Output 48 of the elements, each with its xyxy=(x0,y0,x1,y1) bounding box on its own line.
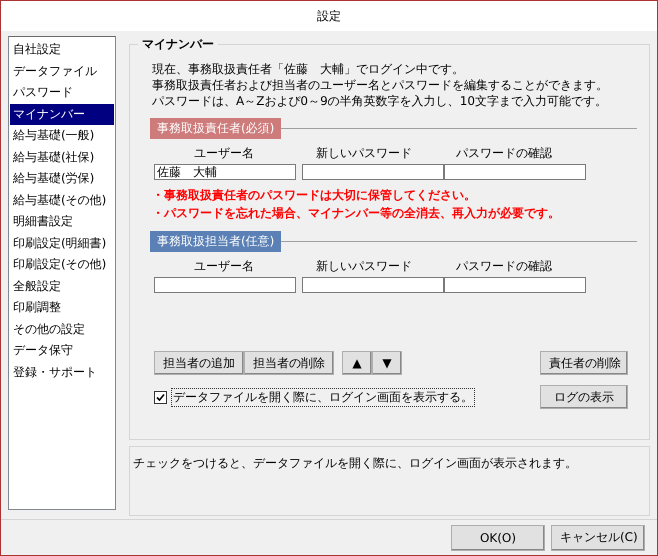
sidebar-item[interactable]: 登録・サポート xyxy=(10,362,114,383)
column-header: 新しいパスワード xyxy=(315,145,413,162)
dialog-button[interactable]: キャンセル(C) xyxy=(551,524,645,550)
column-header: パスワードの確認 xyxy=(455,258,553,275)
confirm-password-field[interactable] xyxy=(444,277,586,293)
sidebar-item[interactable]: 給与基礎(社保) xyxy=(10,146,114,168)
intro-text: パスワードは、A～Zおよび0～9の半角英数字を入力し、10文字まで入力可能です。 xyxy=(152,93,608,109)
move-button[interactable]: ▼ xyxy=(372,351,402,375)
confirm-password-field[interactable] xyxy=(444,164,586,180)
sidebar-item[interactable]: 全般設定 xyxy=(10,276,114,297)
sidebar-item[interactable]: 明細書設定 xyxy=(10,211,114,232)
user-name-field[interactable] xyxy=(154,277,296,293)
sidebar-item[interactable]: 印刷設定(その他) xyxy=(10,254,114,276)
log-button[interactable]: ログの表示 xyxy=(540,385,628,409)
intro-text: 事務取扱責任者および担当者のユーザー名とパスワードを編集することができます。 xyxy=(152,77,609,93)
dialog-button[interactable]: OK(O) xyxy=(451,524,545,550)
user-name-field[interactable]: 佐藤 大輔 xyxy=(154,164,296,180)
intro-text: 現在、事務取扱責任者「佐藤 大輔」でログイン中です。 xyxy=(152,61,465,77)
section-header: 事務取扱責任者(必須) xyxy=(150,118,282,139)
column-header: パスワードの確認 xyxy=(455,145,553,162)
warning-text: ・パスワードを忘れた場合、マイナンバー等の全消去、再入力が必要です。 xyxy=(152,205,561,222)
column-header: ユーザー名 xyxy=(193,145,255,162)
sidebar-item[interactable]: 印刷調整 xyxy=(10,297,114,318)
sidebar-item[interactable]: データ保守 xyxy=(10,340,114,362)
sidebar-item[interactable]: 給与基礎(一般) xyxy=(10,125,114,146)
password-field[interactable] xyxy=(302,164,444,180)
section-header: 事務取扱担当者(任意) xyxy=(150,231,282,252)
group-title: マイナンバー xyxy=(138,36,218,53)
hint-text: チェックをつけると、データファイルを開く際に、ログイン画面が表示されます。 xyxy=(129,446,650,516)
sidebar-item[interactable]: パスワード xyxy=(10,82,114,104)
move-button[interactable]: ▲ xyxy=(342,351,372,375)
sidebar-item[interactable]: 給与基礎(その他) xyxy=(10,190,114,211)
sidebar-item[interactable]: 自社設定 xyxy=(10,39,114,60)
sidebar-item[interactable]: 給与基礎(労保) xyxy=(10,168,114,190)
warning-text: ・事務取扱責任者のパスワードは大切に保管してください。 xyxy=(152,187,477,204)
delete-responsible-button[interactable]: 責任者の削除 xyxy=(540,351,628,375)
staff-button[interactable]: 担当者の削除 xyxy=(244,351,334,375)
sidebar-item[interactable]: データファイル xyxy=(10,60,114,82)
checkbox-label[interactable]: データファイルを開く際に、ログイン画面を表示する。 xyxy=(171,388,475,406)
staff-button[interactable]: 担当者の追加 xyxy=(154,351,244,375)
checkbox[interactable] xyxy=(154,390,167,404)
column-header: 新しいパスワード xyxy=(315,258,413,275)
sidebar-item[interactable]: マイナンバー xyxy=(10,104,114,125)
sidebar-item[interactable]: その他の設定 xyxy=(10,318,114,340)
window-title: 設定 xyxy=(317,8,341,24)
column-header: ユーザー名 xyxy=(193,258,255,275)
sidebar-item[interactable]: 印刷設定(明細書) xyxy=(10,232,114,254)
password-field[interactable] xyxy=(302,277,444,293)
